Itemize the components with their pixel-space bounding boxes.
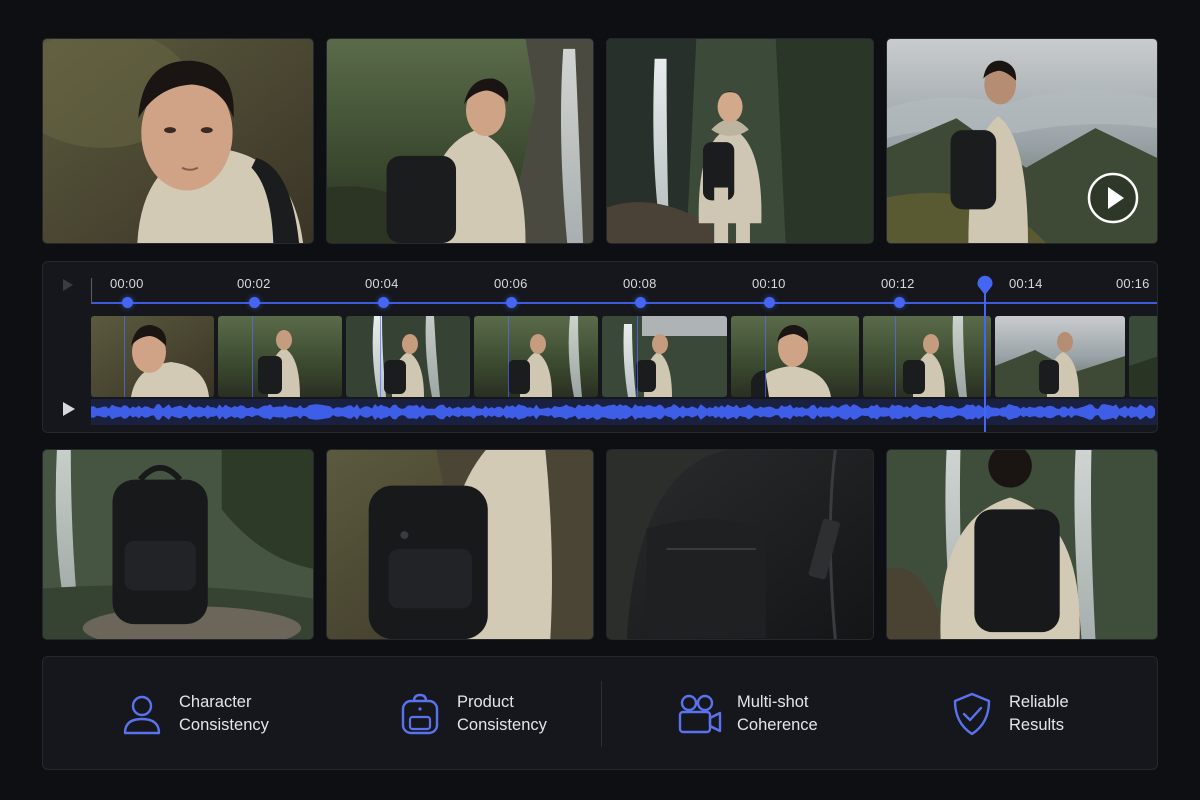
- clip-thumbnail: [474, 316, 598, 397]
- shot-waterfall-wide[interactable]: [606, 38, 874, 244]
- clip-guide: [637, 316, 638, 397]
- feature-panel: Character Consistency Product Consistenc…: [42, 656, 1158, 770]
- tick-label: 00:00: [110, 276, 144, 291]
- timeline-clip[interactable]: [346, 316, 470, 397]
- feature-title: Reliable: [1009, 693, 1069, 711]
- clip-thumbnail: [91, 316, 214, 397]
- clip-thumbnail: [995, 316, 1125, 397]
- feature-title: Product: [457, 693, 514, 711]
- waterfall-side-image: [327, 39, 593, 243]
- clip-guide: [124, 316, 125, 397]
- clip-thumbnail: [602, 316, 727, 397]
- timeline-clip[interactable]: [1129, 316, 1157, 397]
- user-icon: [123, 695, 161, 735]
- feature-reliable-results: Reliable Results: [949, 657, 1069, 771]
- clip-thumbnail: [218, 316, 342, 397]
- timeline-clip[interactable]: [91, 316, 214, 397]
- feature-subtitle: Consistency: [457, 716, 547, 734]
- shot-backpack-wearing[interactable]: [326, 449, 594, 640]
- timeline-keyframe[interactable]: [764, 297, 775, 308]
- timeline-clip[interactable]: [602, 316, 727, 397]
- tick-label: 00:16: [1116, 276, 1150, 291]
- thumbnail-strip: [91, 316, 1157, 397]
- backpack-wearing-image: [327, 450, 593, 639]
- tick-label: 00:06: [494, 276, 528, 291]
- play-icon[interactable]: [61, 278, 75, 292]
- timeline-keyframe[interactable]: [894, 297, 905, 308]
- tick-label: 00:12: [881, 276, 915, 291]
- tick-label: 00:14: [1009, 276, 1043, 291]
- clip-guide: [252, 316, 253, 397]
- tick-label: 00:02: [237, 276, 271, 291]
- timeline-keyframe[interactable]: [506, 297, 517, 308]
- clip-thumbnail: [863, 316, 991, 397]
- feature-title: Multi-shot: [737, 693, 809, 711]
- clip-thumbnail: [1129, 316, 1157, 397]
- feature-subtitle: Consistency: [179, 716, 269, 734]
- feature-title: Character: [179, 693, 252, 711]
- play-icon[interactable]: [1086, 171, 1140, 225]
- audio-waveform[interactable]: [91, 399, 1157, 425]
- clip-thumbnail: [731, 316, 859, 397]
- shot-back-view-waterfall[interactable]: [886, 449, 1158, 640]
- feature-subtitle: Coherence: [737, 716, 818, 734]
- video-camera-icon: [678, 694, 722, 734]
- portrait-image: [43, 39, 313, 243]
- feature-product-consistency: Product Consistency: [397, 657, 547, 771]
- tick-mark: [91, 278, 92, 304]
- tick-label: 00:04: [365, 276, 399, 291]
- playhead[interactable]: [984, 278, 986, 432]
- feature-character-consistency: Character Consistency: [119, 657, 269, 771]
- feature-subtitle: Results: [1009, 716, 1065, 734]
- back-view-waterfall-image: [887, 450, 1157, 639]
- clip-guide: [380, 316, 381, 397]
- shield-check-icon: [953, 692, 991, 736]
- timeline-clip[interactable]: [731, 316, 859, 397]
- clip-guide: [765, 316, 766, 397]
- clip-thumbnail: [346, 316, 470, 397]
- shot-waterfall-side[interactable]: [326, 38, 594, 244]
- timeline-keyframe[interactable]: [635, 297, 646, 308]
- feature-multi-shot-coherence: Multi-shot Coherence: [677, 657, 818, 771]
- feature-divider: [601, 681, 602, 747]
- backpack-icon: [401, 693, 439, 735]
- timeline-clip[interactable]: [218, 316, 342, 397]
- backpack-closeup-image: [607, 450, 873, 639]
- timeline-clip[interactable]: [863, 316, 991, 397]
- shot-backpack-on-rock[interactable]: [42, 449, 314, 640]
- clip-guide: [895, 316, 896, 397]
- playhead-handle[interactable]: [976, 274, 994, 296]
- timeline-keyframe[interactable]: [249, 297, 260, 308]
- timeline-keyframe[interactable]: [122, 297, 133, 308]
- waterfall-wide-image: [607, 39, 873, 243]
- shot-backpack-closeup[interactable]: [606, 449, 874, 640]
- timeline-clip[interactable]: [474, 316, 598, 397]
- tick-label: 00:10: [752, 276, 786, 291]
- timeline-clip[interactable]: [995, 316, 1125, 397]
- tick-label: 00:08: [623, 276, 657, 291]
- play-icon[interactable]: [61, 401, 77, 417]
- shot-portrait[interactable]: [42, 38, 314, 244]
- backpack-rock-image: [43, 450, 313, 639]
- clip-guide: [508, 316, 509, 397]
- timeline-panel[interactable]: 00:00 00:02 00:04 00:06 00:08 00:10 00:1…: [42, 261, 1158, 433]
- timeline-keyframe[interactable]: [378, 297, 389, 308]
- waveform-graphic: [91, 399, 1157, 425]
